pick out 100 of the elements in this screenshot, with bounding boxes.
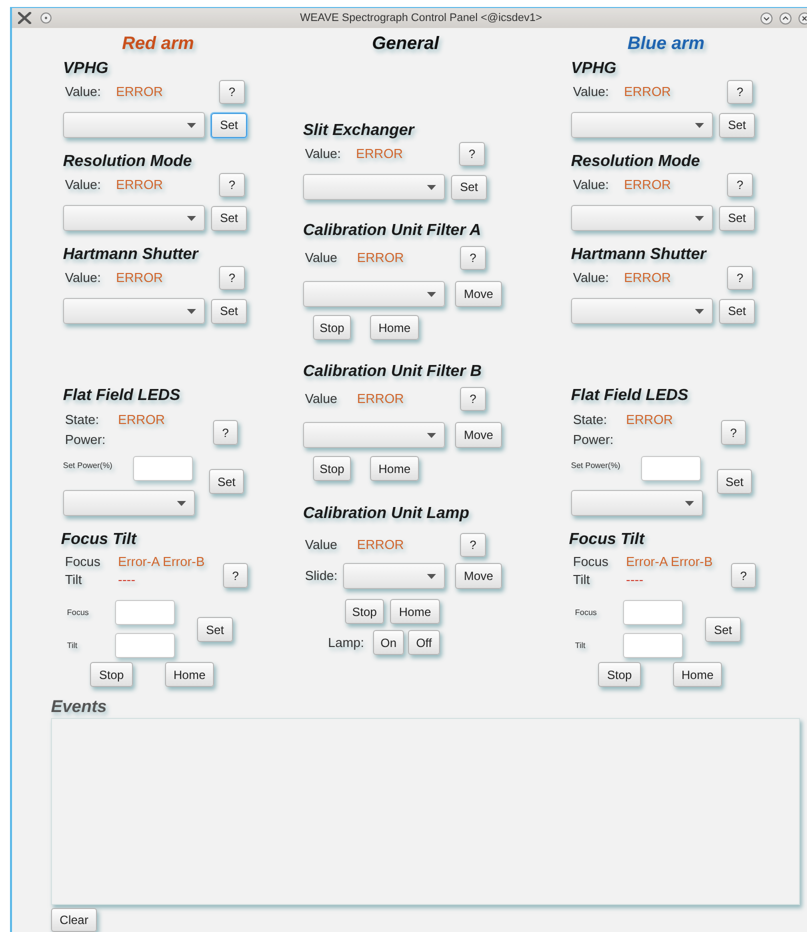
maximize-icon[interactable]	[779, 12, 792, 24]
focus-field-label: Focus	[66, 606, 90, 618]
section-title: Calibration Unit Lamp	[303, 504, 470, 524]
status-value: ERROR	[624, 83, 672, 102]
stop-button[interactable]: Stop	[90, 662, 133, 687]
set-button[interactable]: Set	[705, 617, 741, 642]
help-button[interactable]: ?	[219, 80, 245, 104]
help-button[interactable]: ?	[459, 142, 485, 166]
help-button[interactable]: ?	[219, 266, 245, 290]
dropdown[interactable]	[63, 205, 205, 231]
focus-label: Focus	[64, 553, 102, 572]
section-title: Resolution Mode	[571, 152, 701, 172]
caret-icon	[685, 500, 694, 506]
set-button[interactable]: Set	[211, 298, 247, 324]
set-button[interactable]: Set	[717, 469, 752, 494]
value-label: Value:	[304, 145, 342, 164]
tilt-value: ----	[626, 571, 644, 590]
input-field[interactable]	[133, 456, 193, 481]
dropdown[interactable]	[303, 422, 445, 448]
lamp-off-button[interactable]: Off	[408, 630, 440, 655]
stop-button[interactable]: Stop	[313, 456, 351, 481]
focus-label: Focus	[572, 553, 610, 572]
help-button[interactable]: ?	[460, 533, 486, 557]
help-button[interactable]: ?	[213, 420, 238, 445]
set-button[interactable]: Set	[719, 112, 755, 138]
input-field[interactable]	[623, 633, 683, 658]
move-button[interactable]: Move	[455, 563, 502, 589]
help-button[interactable]: ?	[219, 173, 245, 197]
set-button[interactable]: Set	[197, 617, 233, 642]
window-title: WEAVE Spectrograph Control Panel <@icsdev1>	[300, 10, 542, 26]
lamp-on-button[interactable]: On	[373, 630, 404, 655]
set-button[interactable]: Set	[719, 206, 755, 230]
section-title: Hartmann Shutter	[571, 245, 708, 265]
help-button[interactable]: ?	[727, 80, 753, 104]
status-value: ERROR	[624, 269, 672, 288]
dropdown[interactable]	[63, 490, 195, 516]
status-value: ERROR	[116, 269, 164, 288]
caret-icon	[427, 184, 436, 190]
dropdown[interactable]	[571, 298, 713, 324]
value-label: Value:	[572, 83, 610, 102]
caret-icon	[187, 216, 196, 220]
stop-button[interactable]: Stop	[598, 662, 641, 687]
power-label: Power:	[64, 431, 106, 450]
help-button[interactable]: ?	[727, 173, 753, 197]
value-label: Value	[304, 390, 338, 408]
section-title: Focus Tilt	[569, 530, 646, 550]
set-button[interactable]: Set	[211, 206, 247, 230]
dropdown[interactable]	[571, 490, 703, 516]
minimize-icon[interactable]	[760, 12, 773, 24]
column-heading: Red arm	[122, 32, 194, 55]
set-button[interactable]: Set	[209, 469, 244, 494]
value-label: Value:	[572, 269, 610, 288]
home-button[interactable]: Home	[390, 599, 440, 624]
section-title: Hartmann Shutter	[63, 245, 200, 265]
value-label: Value:	[64, 269, 102, 288]
tools-icon	[18, 12, 32, 24]
set-button[interactable]: Set	[719, 298, 755, 324]
help-button[interactable]: ?	[460, 246, 486, 270]
stop-button[interactable]: Stop	[345, 599, 384, 624]
help-button[interactable]: ?	[223, 563, 248, 588]
dropdown[interactable]	[63, 298, 205, 324]
circle-icon	[40, 12, 52, 24]
move-button[interactable]: Move	[455, 281, 502, 307]
caret-icon	[695, 216, 704, 220]
input-field[interactable]	[115, 600, 175, 625]
input-field[interactable]	[623, 600, 683, 625]
clear-button[interactable]: Clear	[51, 908, 97, 932]
value-label: Value:	[64, 83, 102, 102]
help-button[interactable]: ?	[460, 387, 486, 411]
state-label: State:	[572, 411, 608, 430]
caret-icon	[427, 292, 436, 296]
input-field[interactable]	[115, 633, 175, 658]
value-label: Value:	[64, 176, 102, 194]
stop-button[interactable]: Stop	[313, 315, 351, 340]
section-title: Flat Field LEDS	[571, 386, 690, 406]
dropdown[interactable]	[303, 281, 445, 307]
dropdown[interactable]	[571, 205, 713, 231]
input-field[interactable]	[641, 456, 701, 481]
move-button[interactable]: Move	[455, 422, 502, 448]
dropdown[interactable]	[571, 112, 713, 138]
set-button[interactable]: Set	[211, 112, 247, 138]
status-value: ERROR	[624, 176, 672, 194]
set-button[interactable]: Set	[451, 174, 487, 200]
tilt-label: Tilt	[64, 571, 83, 590]
home-button[interactable]: Home	[370, 315, 419, 340]
section-title: Calibration Unit Filter A	[303, 221, 482, 241]
help-button[interactable]: ?	[727, 266, 753, 290]
help-button[interactable]: ?	[721, 420, 746, 445]
set-power-label: Set Power(%)	[63, 460, 114, 472]
dropdown[interactable]	[343, 563, 445, 589]
help-button[interactable]: ?	[731, 563, 756, 588]
section-title: VPHG	[63, 59, 110, 79]
dropdown[interactable]	[303, 174, 445, 200]
caret-icon	[187, 122, 196, 128]
caret-icon	[177, 500, 186, 506]
dropdown[interactable]	[63, 112, 205, 138]
status-value: ERROR	[356, 145, 404, 164]
home-button[interactable]: Home	[370, 456, 419, 481]
home-button[interactable]: Home	[165, 662, 214, 687]
home-button[interactable]: Home	[673, 662, 722, 687]
